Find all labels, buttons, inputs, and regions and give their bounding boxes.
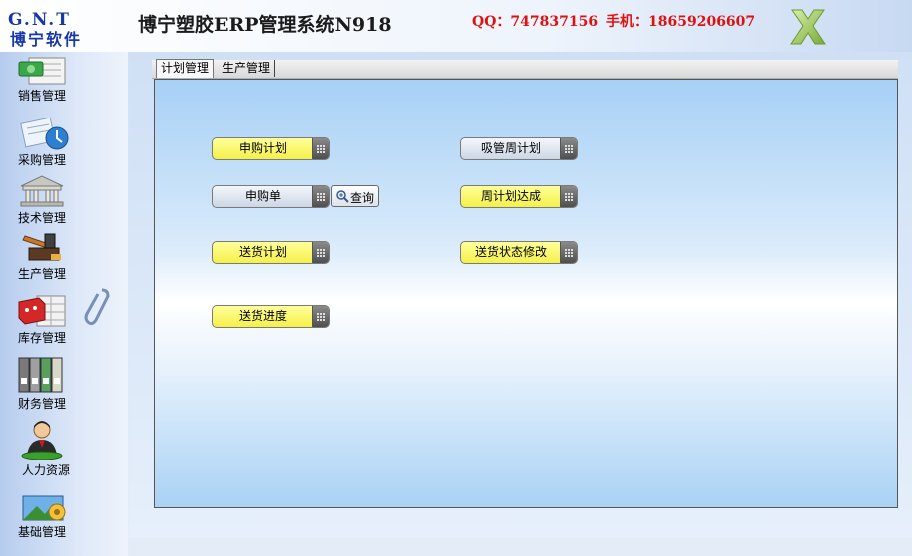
grip-icon [560, 242, 577, 263]
query-label: 查询 [350, 191, 375, 205]
sidebar-item-purchase[interactable]: 采购管理 [8, 118, 76, 168]
logo-subtext: 博宁软件 [10, 30, 83, 49]
header: G.N.T 博宁软件 博宁塑胶ERP管理系统N918 QQ：747837156 … [0, 0, 912, 52]
delivery-progress-button[interactable]: 送货进度 [212, 305, 330, 328]
grip-icon [312, 186, 329, 207]
sidebar-item-label: 销售管理 [17, 89, 66, 103]
button-label: 周计划达成 [480, 189, 541, 203]
sidebar-item-label: 财务管理 [17, 397, 66, 411]
close-button[interactable] [786, 6, 830, 48]
sidebar-item-label: 人力资源 [21, 463, 70, 477]
query-button[interactable]: 查询 [331, 185, 379, 207]
sidebar-item-finance[interactable]: 财务管理 [8, 354, 76, 412]
purchase-plan-button[interactable]: 申购计划 [212, 137, 330, 160]
sidebar: 销售管理 采购管理 技术管理 生产管理 库存管理 财务管理 人力资源 基础管理 [0, 52, 128, 556]
grip-icon [312, 242, 329, 263]
tab-production-management[interactable]: 生产管理 [218, 60, 276, 77]
basic-icon [22, 495, 66, 521]
button-label: 吸管周计划 [480, 141, 541, 155]
sidebar-item-label: 库存管理 [17, 331, 66, 345]
delivery-plan-button[interactable]: 送货计划 [212, 241, 330, 264]
inventory-icon [18, 295, 66, 327]
magnifier-icon [336, 190, 349, 203]
contact-phone: 手机：18659206607 [606, 14, 756, 30]
sidebar-item-inventory[interactable]: 库存管理 [8, 290, 76, 346]
app-title: 博宁塑胶ERP管理系统N918 [138, 14, 392, 36]
finance-icon [18, 357, 63, 393]
button-label: 送货状态修改 [474, 245, 547, 259]
sidebar-item-label: 生产管理 [17, 267, 66, 281]
hr-icon [21, 421, 63, 460]
production-icon [22, 233, 61, 261]
button-label: 申购单 [244, 189, 281, 203]
sales-icon [18, 57, 66, 85]
contact-qq: QQ：747837156 [472, 14, 599, 30]
tech-icon [20, 175, 64, 207]
sidebar-item-hr[interactable]: 人力资源 [8, 418, 76, 478]
delivery-status-edit-button[interactable]: 送货状态修改 [460, 241, 578, 264]
sidebar-item-production[interactable]: 生产管理 [8, 230, 76, 282]
close-icon [790, 9, 826, 45]
tab-bar: 计划管理 生产管理 [152, 59, 898, 79]
weekly-plan-achieved-button[interactable]: 周计划达成 [460, 185, 578, 208]
grip-icon [560, 138, 577, 159]
button-label: 送货计划 [238, 245, 287, 259]
sidebar-item-label: 基础管理 [17, 525, 66, 539]
purchase-order-button[interactable]: 申购单 [212, 185, 330, 208]
sidebar-item-sales[interactable]: 销售管理 [8, 54, 76, 104]
sidebar-item-basic[interactable]: 基础管理 [8, 490, 76, 540]
tab-plan-management[interactable]: 计划管理 [156, 59, 215, 78]
button-label: 申购计划 [238, 141, 287, 155]
status-strip [129, 538, 912, 556]
grip-icon [560, 186, 577, 207]
sidebar-item-tech[interactable]: 技术管理 [8, 174, 76, 226]
grip-icon [312, 138, 329, 159]
sidebar-item-label: 技术管理 [17, 211, 66, 225]
grip-icon [312, 306, 329, 327]
straw-weekly-plan-button[interactable]: 吸管周计划 [460, 137, 578, 160]
paperclip-icon [84, 288, 110, 326]
purchase-icon [20, 118, 69, 150]
sidebar-item-label: 采购管理 [17, 153, 66, 167]
button-label: 送货进度 [238, 309, 287, 323]
